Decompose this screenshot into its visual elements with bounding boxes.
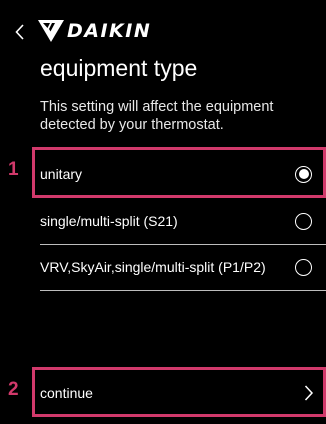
divider <box>40 290 326 291</box>
page-title: equipment type <box>40 55 198 81</box>
daikin-triangle-logo <box>38 20 64 42</box>
option-single-multi-split-s21[interactable]: single/multi-split (S21) <box>40 198 326 244</box>
radio-unselected-icon[interactable] <box>295 212 312 230</box>
back-button[interactable] <box>10 20 28 44</box>
page-description: This setting will affect the equipment d… <box>40 99 274 133</box>
screen: DAIKIN equipment type This setting will … <box>0 0 326 424</box>
callout-number-1: 1 <box>8 159 19 180</box>
option-label: single/multi-split (S21) <box>40 213 178 229</box>
highlight-box-1 <box>32 147 326 198</box>
callout-number-2: 2 <box>8 379 19 400</box>
radio-unselected-icon[interactable] <box>295 258 312 276</box>
daikin-logo: DAIKIN <box>38 17 151 45</box>
chevron-left-icon <box>14 24 24 40</box>
brand-name: DAIKIN <box>67 20 152 42</box>
option-vrv-skyair-p1-p2[interactable]: VRV,SkyAir,single/multi-split (P1/P2) <box>40 244 326 290</box>
highlight-box-2 <box>32 367 326 417</box>
option-label: VRV,SkyAir,single/multi-split (P1/P2) <box>40 259 266 275</box>
